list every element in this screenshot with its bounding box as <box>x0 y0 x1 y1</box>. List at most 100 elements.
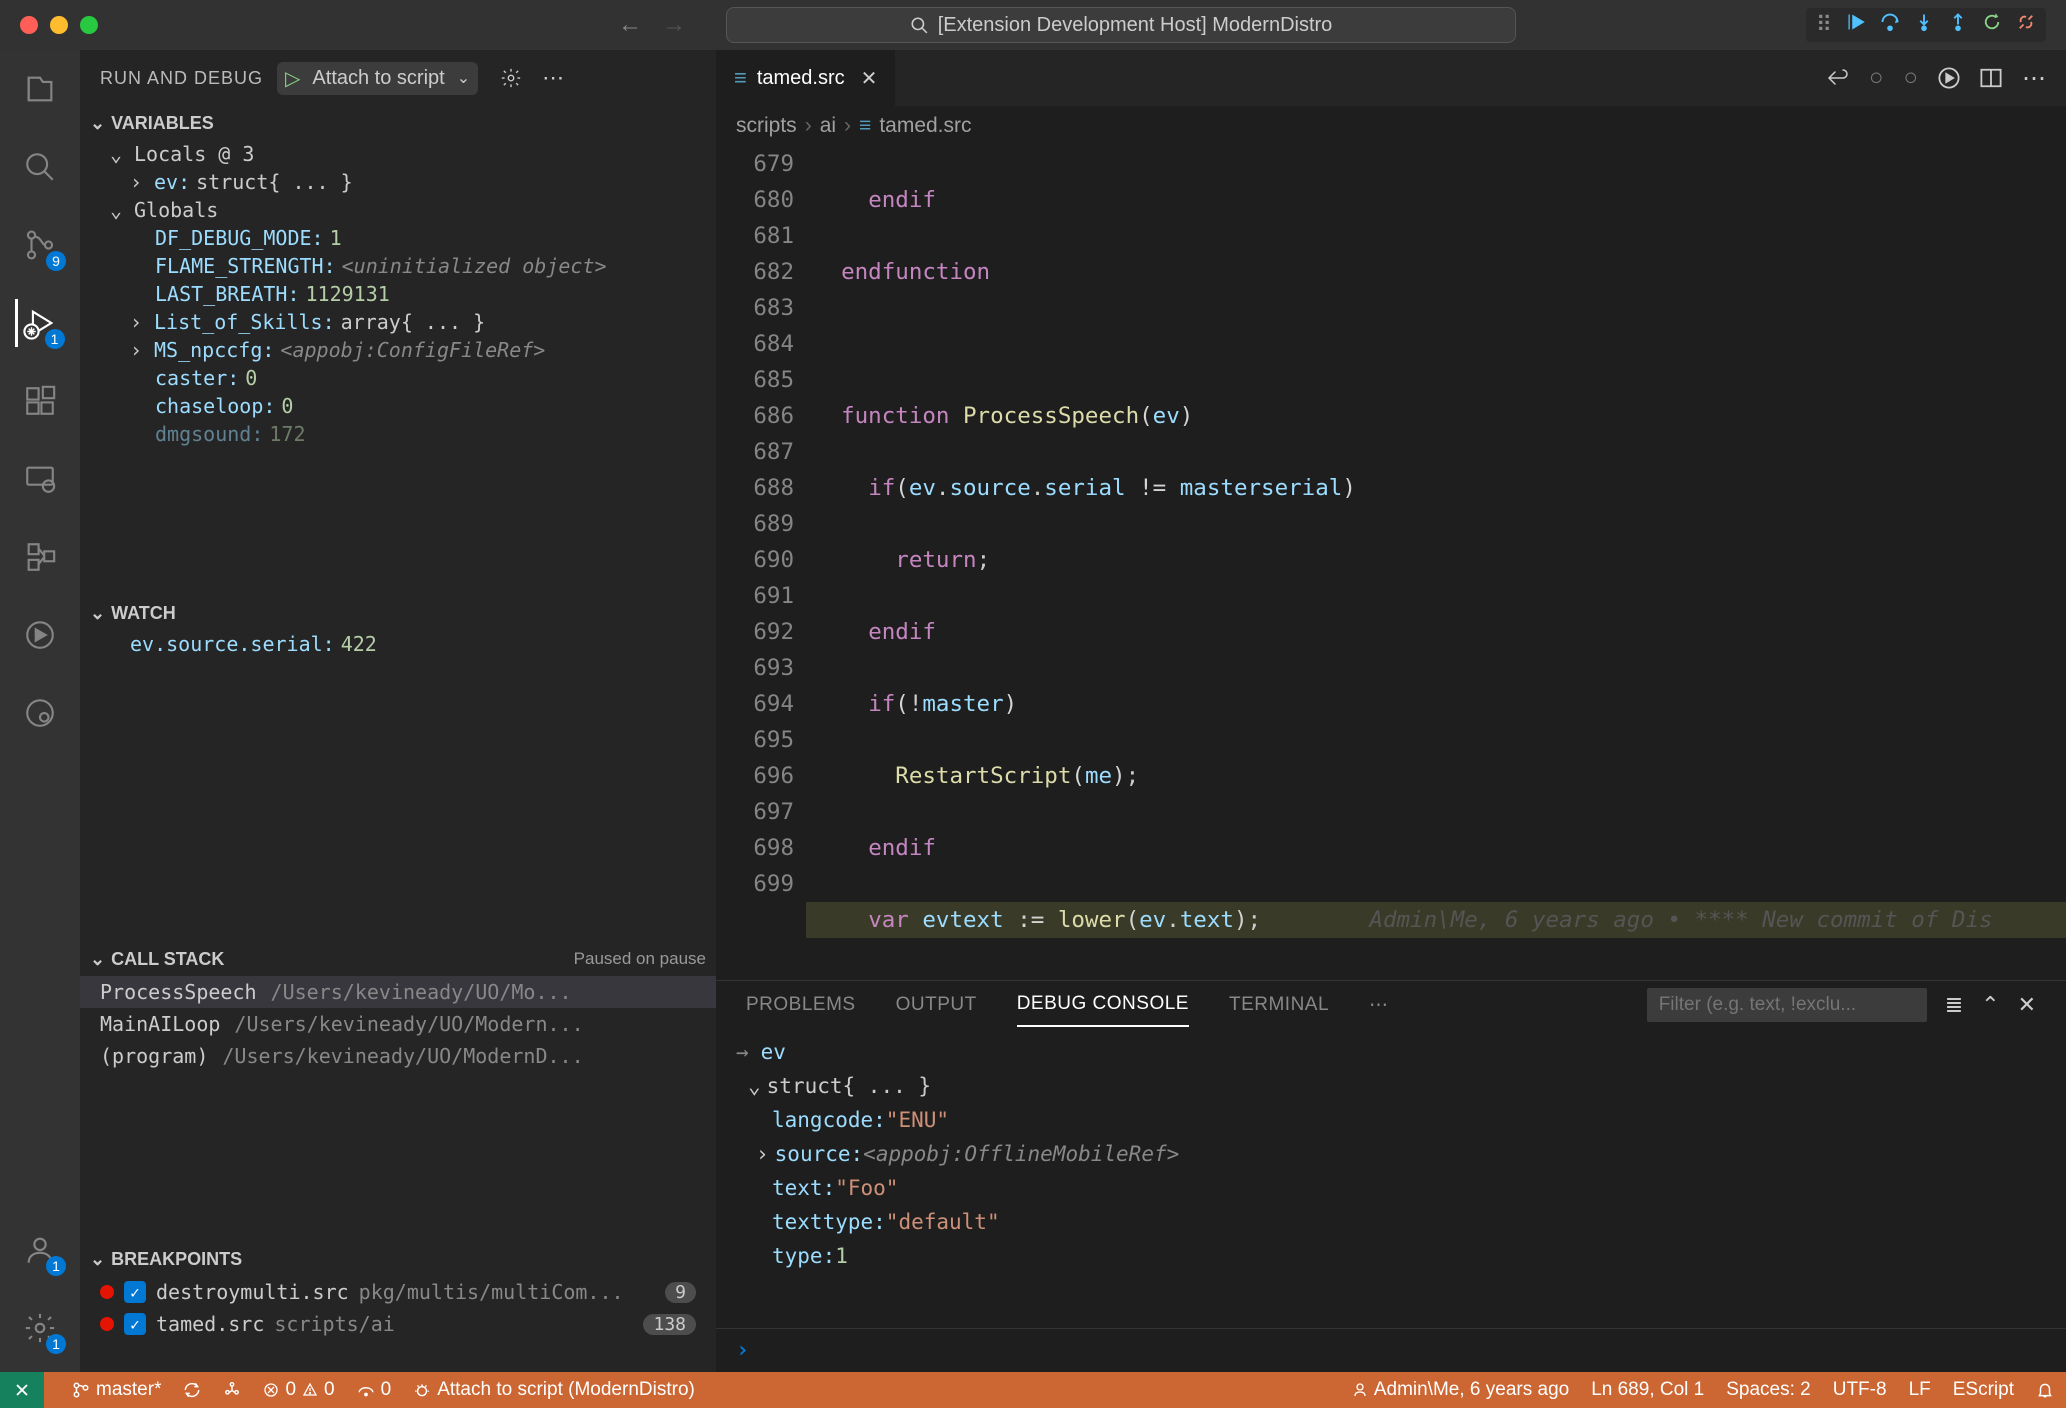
line-gutter[interactable]: 679 680 681 682 683 684 685 686 687 688 … <box>716 146 806 980</box>
globals-scope[interactable]: ⌄ Globals <box>80 196 716 224</box>
language-mode-button[interactable]: EScript <box>1953 1379 2014 1401</box>
indentation-button[interactable]: Spaces: 2 <box>1726 1379 1811 1401</box>
watch-expression[interactable]: ev.source.serial: 422 <box>80 630 716 658</box>
console-expr: ev <box>761 1035 786 1069</box>
editor-tab[interactable]: ≡ tamed.src ✕ <box>716 50 895 106</box>
remote-tab[interactable] <box>16 455 64 503</box>
console-input[interactable] <box>761 1338 2046 1363</box>
editor-actions: ○ ○ ⋯ <box>1825 50 2066 106</box>
circle-icon-2[interactable]: ○ <box>1904 64 1919 92</box>
debug-console-output[interactable]: →ev ⌄struct{ ... } langcode: "ENU" ›sour… <box>716 1029 2066 1328</box>
breakpoint-checkbox[interactable]: ✓ <box>124 1313 146 1335</box>
action-tab[interactable] <box>16 611 64 659</box>
container-tab[interactable] <box>16 689 64 737</box>
config-name: Attach to script <box>304 67 452 90</box>
search-tab[interactable] <box>16 143 64 191</box>
breadcrumb-item[interactable]: ai <box>820 114 836 138</box>
breadcrumb[interactable]: scripts › ai › ≡ tamed.src <box>716 106 2066 146</box>
console-filter-input[interactable] <box>1647 988 1927 1022</box>
restart-button[interactable] <box>1982 12 2002 38</box>
output-tab[interactable]: OUTPUT <box>896 984 977 1026</box>
variable-row[interactable]: dmgsound: 172 <box>80 420 716 448</box>
close-window-button[interactable] <box>20 16 38 34</box>
remote-button[interactable] <box>0 1372 44 1408</box>
stack-frame[interactable]: ProcessSpeech /Users/kevineady/UO/Mo... <box>80 976 716 1008</box>
debug-target-button[interactable]: Attach to script (ModernDistro) <box>413 1379 695 1401</box>
watch-header[interactable]: ⌄ WATCH <box>80 596 716 630</box>
ports-button[interactable]: 0 <box>357 1379 392 1401</box>
extensions-tab[interactable] <box>16 377 64 425</box>
variable-row[interactable]: FLAME_STRENGTH: <uninitialized object> <box>80 252 716 280</box>
callstack-header[interactable]: ⌄ CALL STACK Paused on pause <box>80 942 716 976</box>
blame-status[interactable]: Admin\Me, 6 years ago <box>1352 1379 1569 1401</box>
debug-config-selector[interactable]: ▷ Attach to script ⌄ <box>277 62 478 95</box>
sync-button[interactable] <box>183 1381 201 1399</box>
problems-button[interactable]: 0 0 <box>263 1379 334 1401</box>
debug-settings-button[interactable] <box>500 67 522 89</box>
scm-tab[interactable]: 9 <box>16 221 64 269</box>
breakpoint-checkbox[interactable]: ✓ <box>124 1281 146 1303</box>
eol-button[interactable]: LF <box>1909 1379 1931 1401</box>
filter-icon[interactable]: ≣ <box>1945 992 1963 1018</box>
drag-handle-icon[interactable]: ⠿ <box>1816 12 1832 38</box>
bottom-panel: PROBLEMS OUTPUT DEBUG CONSOLE TERMINAL ⋯… <box>716 980 2066 1372</box>
terminal-tab[interactable]: TERMINAL <box>1229 984 1329 1026</box>
run-icon[interactable] <box>1938 67 1960 89</box>
variable-row[interactable]: ›MS_npccfg: <appobj:ConfigFileRef> <box>80 336 716 364</box>
notifications-button[interactable] <box>2036 1381 2054 1399</box>
close-tab-button[interactable]: ✕ <box>855 66 878 91</box>
git-branch-button[interactable]: master* <box>72 1379 161 1401</box>
nav-forward-button[interactable]: → <box>662 11 686 39</box>
split-editor-button[interactable] <box>1980 67 2002 89</box>
locals-scope[interactable]: ⌄ Locals @ 3 <box>80 140 716 168</box>
problems-tab[interactable]: PROBLEMS <box>746 984 856 1026</box>
breakpoint-item[interactable]: ✓ tamed.src scripts/ai 138 <box>80 1308 716 1340</box>
jupyter-button[interactable] <box>223 1381 241 1399</box>
stack-frame[interactable]: MainAILoop /Users/kevineady/UO/Modern... <box>80 1008 716 1040</box>
variable-row[interactable]: DF_DEBUG_MODE: 1 <box>80 224 716 252</box>
cursor-position[interactable]: Ln 689, Col 1 <box>1591 1379 1704 1401</box>
breadcrumb-item[interactable]: tamed.src <box>879 114 971 138</box>
chevron-right-icon: › <box>844 114 851 138</box>
encoding-button[interactable]: UTF-8 <box>1833 1379 1887 1401</box>
continue-button[interactable] <box>1846 12 1866 38</box>
minimize-window-button[interactable] <box>50 16 68 34</box>
breadcrumb-item[interactable]: scripts <box>736 114 797 138</box>
chevron-down-icon: ⌄ <box>110 142 128 166</box>
debug-console-tab[interactable]: DEBUG CONSOLE <box>1017 983 1189 1027</box>
more-tabs-button[interactable]: ⋯ <box>1369 984 1389 1027</box>
nav-back-button[interactable]: ← <box>618 11 642 39</box>
step-into-button[interactable] <box>1914 12 1934 38</box>
circle-icon[interactable]: ○ <box>1869 64 1884 92</box>
debug-tab[interactable]: 1 <box>15 299 63 347</box>
chevron-right-icon[interactable]: › <box>756 1137 775 1171</box>
chevron-down-icon[interactable]: ⌄ <box>748 1069 767 1103</box>
stack-frame[interactable]: (program) /Users/kevineady/UO/ModernD... <box>80 1040 716 1072</box>
breakpoints-header[interactable]: ⌄ BREAKPOINTS <box>80 1242 716 1276</box>
window-controls <box>20 16 98 34</box>
play-icon: ▷ <box>285 66 300 91</box>
close-panel-button[interactable]: ✕ <box>2018 992 2036 1018</box>
variable-row[interactable]: caster: 0 <box>80 364 716 392</box>
variables-header[interactable]: ⌄ VARIABLES <box>80 106 716 140</box>
maximize-window-button[interactable] <box>80 16 98 34</box>
more-button[interactable]: ⋯ <box>542 65 564 91</box>
variable-row[interactable]: chaseloop: 0 <box>80 392 716 420</box>
disconnect-button[interactable] <box>2016 12 2036 38</box>
step-over-button[interactable] <box>1880 12 1900 38</box>
code-editor[interactable]: 679 680 681 682 683 684 685 686 687 688 … <box>716 146 2066 980</box>
code-content[interactable]: endif endfunction function ProcessSpeech… <box>806 146 2066 980</box>
variable-row[interactable]: ›List_of_Skills: array{ ... } <box>80 308 716 336</box>
variable-row[interactable]: LAST_BREATH: 1129131 <box>80 280 716 308</box>
account-button[interactable]: 1 <box>16 1226 64 1274</box>
breakpoint-item[interactable]: ✓ destroymulti.src pkg/multis/multiCom..… <box>80 1276 716 1308</box>
references-tab[interactable] <box>16 533 64 581</box>
step-out-button[interactable] <box>1948 12 1968 38</box>
maximize-panel-button[interactable]: ⌃ <box>1981 992 1999 1018</box>
go-back-icon[interactable] <box>1825 69 1849 87</box>
variable-ev[interactable]: › ev: struct{ ... } <box>80 168 716 196</box>
more-button[interactable]: ⋯ <box>2022 64 2046 93</box>
command-center[interactable]: [Extension Development Host] ModernDistr… <box>726 7 1516 43</box>
explorer-tab[interactable] <box>16 65 64 113</box>
settings-button[interactable]: 1 <box>16 1304 64 1352</box>
